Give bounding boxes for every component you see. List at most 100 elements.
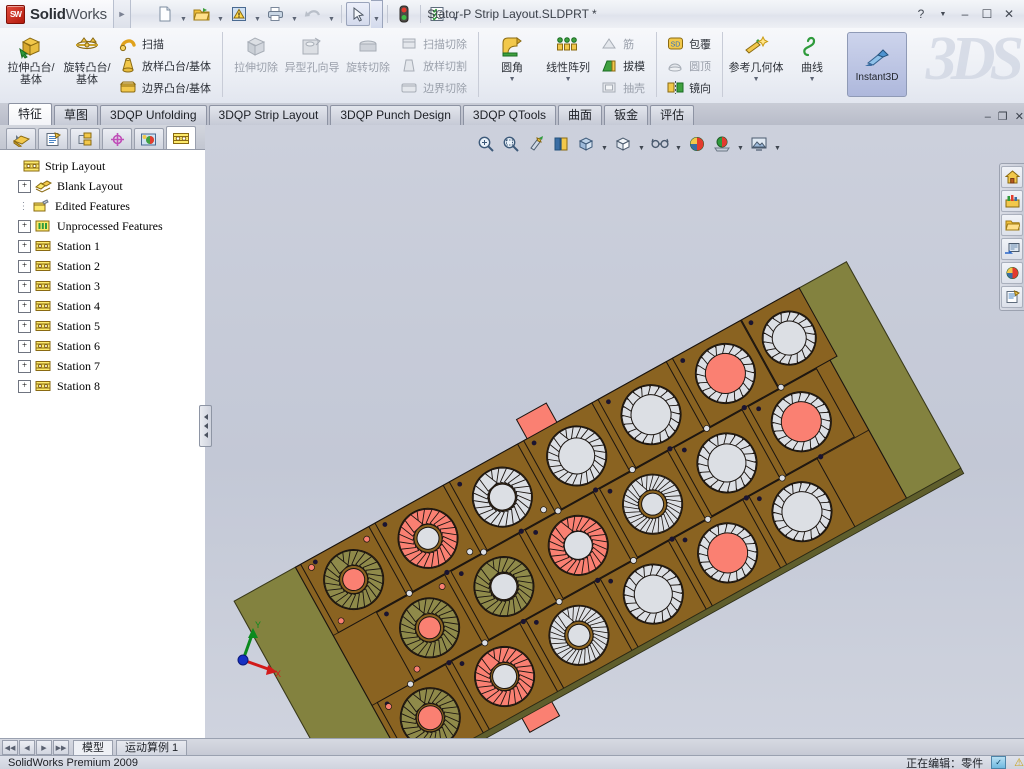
draft-button[interactable]: 拔模 bbox=[598, 55, 649, 76]
next-tab-button[interactable]: ▶ bbox=[36, 740, 52, 755]
display-manager-tab[interactable] bbox=[134, 128, 164, 149]
expander-icon[interactable]: + bbox=[18, 359, 31, 373]
undo-button[interactable] bbox=[301, 2, 325, 26]
tab-3dqp-punch-design[interactable]: 3DQP Punch Design bbox=[330, 105, 461, 125]
hide-show-items-button[interactable] bbox=[649, 133, 671, 155]
rib-button[interactable]: 筋 bbox=[598, 33, 649, 54]
strip-layout-manager-tab[interactable] bbox=[166, 126, 196, 149]
tree-item-unprocessed-features[interactable]: + Unprocessed Features bbox=[4, 216, 205, 236]
zoom-to-fit-button[interactable] bbox=[475, 133, 497, 155]
boundary-cut-button[interactable]: 边界切除 bbox=[398, 77, 471, 98]
appearances-scenes-button[interactable] bbox=[1001, 262, 1023, 284]
options-caret-icon[interactable]: ▼ bbox=[450, 1, 461, 28]
view-orientation-button[interactable] bbox=[575, 133, 597, 155]
property-manager-tab[interactable] bbox=[38, 128, 68, 149]
design-library-button[interactable] bbox=[1001, 190, 1023, 212]
tree-item-station-6[interactable]: + Station 6 bbox=[4, 336, 205, 356]
extruded-boss-base-button[interactable]: 拉伸凸台/基体 bbox=[3, 30, 59, 101]
revolved-cut-button[interactable]: 旋转切除 bbox=[340, 30, 396, 101]
reference-geometry-caret-icon[interactable]: ▼ bbox=[753, 74, 760, 85]
mirror-button[interactable]: 镜向 bbox=[664, 77, 715, 98]
lofted-boss-base-button[interactable]: 放样凸台/基体 bbox=[117, 55, 215, 76]
open-document-caret-icon[interactable]: ▼ bbox=[215, 1, 226, 28]
panel-splitter-handle[interactable] bbox=[199, 405, 212, 447]
tree-item-station-4[interactable]: + Station 4 bbox=[4, 296, 205, 316]
print-document-button[interactable] bbox=[264, 2, 288, 26]
view-settings-button[interactable] bbox=[748, 133, 770, 155]
expander-icon[interactable]: + bbox=[18, 239, 31, 253]
linear-pattern-button[interactable]: 线性阵列 ▼ bbox=[540, 30, 596, 85]
close-button[interactable]: ✕ bbox=[1000, 5, 1018, 23]
tree-item-station-1[interactable]: + Station 1 bbox=[4, 236, 205, 256]
extruded-cut-button[interactable]: 拉伸切除 bbox=[228, 30, 284, 101]
expander-icon[interactable]: + bbox=[18, 219, 31, 233]
first-tab-button[interactable]: ◀◀ bbox=[2, 740, 18, 755]
zoom-to-area-button[interactable] bbox=[500, 133, 522, 155]
tree-item-station-2[interactable]: + Station 2 bbox=[4, 256, 205, 276]
tab-3dqp-qtools[interactable]: 3DQP QTools bbox=[462, 105, 557, 125]
dome-button[interactable]: 圆顶 bbox=[664, 55, 715, 76]
solidworks-resources-button[interactable] bbox=[1001, 166, 1023, 188]
tree-item-station-8[interactable]: + Station 8 bbox=[4, 376, 205, 396]
menu-expand-arrow-icon[interactable]: ► bbox=[113, 0, 131, 28]
hole-wizard-button[interactable]: 异型孔向导 bbox=[284, 30, 340, 101]
strip-layout-model[interactable] bbox=[205, 125, 1024, 738]
tree-item-strip-layout[interactable]: Strip Layout bbox=[4, 156, 205, 176]
expander-icon[interactable]: + bbox=[18, 339, 31, 353]
display-style-button[interactable] bbox=[612, 133, 634, 155]
tab-features[interactable]: 特征 bbox=[8, 103, 53, 125]
expander-icon[interactable]: + bbox=[18, 379, 31, 393]
fillet-button[interactable]: 圆角 ▼ bbox=[484, 30, 540, 85]
tree-item-station-3[interactable]: + Station 3 bbox=[4, 276, 205, 296]
swept-cut-button[interactable]: 扫描切除 bbox=[398, 33, 471, 54]
tab-model[interactable]: 模型 bbox=[73, 739, 113, 756]
tab-sheet-metal[interactable]: 钣金 bbox=[604, 105, 649, 125]
new-document-button[interactable] bbox=[153, 2, 177, 26]
tree-item-edited-features[interactable]: ⋮ Edited Features bbox=[4, 196, 205, 216]
linear-pattern-caret-icon[interactable]: ▼ bbox=[565, 74, 572, 85]
options-button[interactable] bbox=[425, 2, 449, 26]
tab-sketch[interactable]: 草图 bbox=[54, 105, 99, 125]
tree-item-station-5[interactable]: + Station 5 bbox=[4, 316, 205, 336]
apply-scene-button[interactable] bbox=[711, 133, 733, 155]
wrap-button[interactable]: SD 包覆 bbox=[664, 33, 715, 54]
apply-scene-caret-icon[interactable]: ▼ bbox=[736, 130, 745, 157]
tab-evaluate[interactable]: 评估 bbox=[650, 105, 695, 125]
swept-boss-base-button[interactable]: 扫描 bbox=[117, 33, 215, 54]
undo-caret-icon[interactable]: ▼ bbox=[326, 1, 337, 28]
lofted-cut-button[interactable]: 放样切割 bbox=[398, 55, 471, 76]
tab-3dqp-unfolding[interactable]: 3DQP Unfolding bbox=[100, 105, 207, 125]
select-tool-button[interactable] bbox=[345, 2, 370, 26]
select-tool-caret-icon[interactable]: ▼ bbox=[370, 0, 383, 29]
tab-motion-study-1[interactable]: 运动算例 1 bbox=[116, 739, 188, 756]
expander-icon[interactable]: + bbox=[18, 299, 31, 313]
expander-icon[interactable]: + bbox=[18, 279, 31, 293]
tab-3dqp-strip-layout[interactable]: 3DQP Strip Layout bbox=[208, 105, 329, 125]
curves-caret-icon[interactable]: ▼ bbox=[809, 74, 816, 85]
hide-show-items-caret-icon[interactable]: ▼ bbox=[674, 130, 683, 157]
print-document-caret-icon[interactable]: ▼ bbox=[289, 1, 300, 28]
restore-button[interactable]: ☐ bbox=[978, 5, 996, 23]
document-minimize-button[interactable]: – bbox=[985, 111, 991, 123]
configuration-manager-tab[interactable] bbox=[70, 128, 100, 149]
shell-button[interactable]: 抽壳 bbox=[598, 77, 649, 98]
save-document-button[interactable] bbox=[227, 2, 251, 26]
new-document-caret-icon[interactable]: ▼ bbox=[178, 1, 189, 28]
feature-manager-tree-tab[interactable] bbox=[6, 128, 36, 149]
tab-surfaces[interactable]: 曲面 bbox=[558, 105, 603, 125]
solidworks-logo[interactable]: SW SolidWorks bbox=[0, 0, 114, 28]
graphics-area[interactable]: ▼ ▼ ▼ ▼ ▼ Y X bbox=[205, 125, 1024, 738]
custom-properties-button[interactable] bbox=[1001, 286, 1023, 308]
help-button[interactable]: ? bbox=[912, 5, 930, 23]
minimize-button[interactable]: – bbox=[956, 5, 974, 23]
display-style-caret-icon[interactable]: ▼ bbox=[637, 130, 646, 157]
save-document-caret-icon[interactable]: ▼ bbox=[252, 1, 263, 28]
view-palette-button[interactable] bbox=[1001, 238, 1023, 260]
warning-icon[interactable]: ⚠ bbox=[1014, 756, 1024, 769]
revolved-boss-base-button[interactable]: 旋转凸台/基体 bbox=[59, 30, 115, 101]
rebuild-button[interactable] bbox=[392, 2, 416, 26]
help-caret-icon[interactable]: ▼ bbox=[934, 5, 952, 23]
expander-icon[interactable]: + bbox=[18, 319, 31, 333]
expander-icon[interactable]: + bbox=[18, 259, 31, 273]
view-orientation-caret-icon[interactable]: ▼ bbox=[600, 130, 609, 157]
